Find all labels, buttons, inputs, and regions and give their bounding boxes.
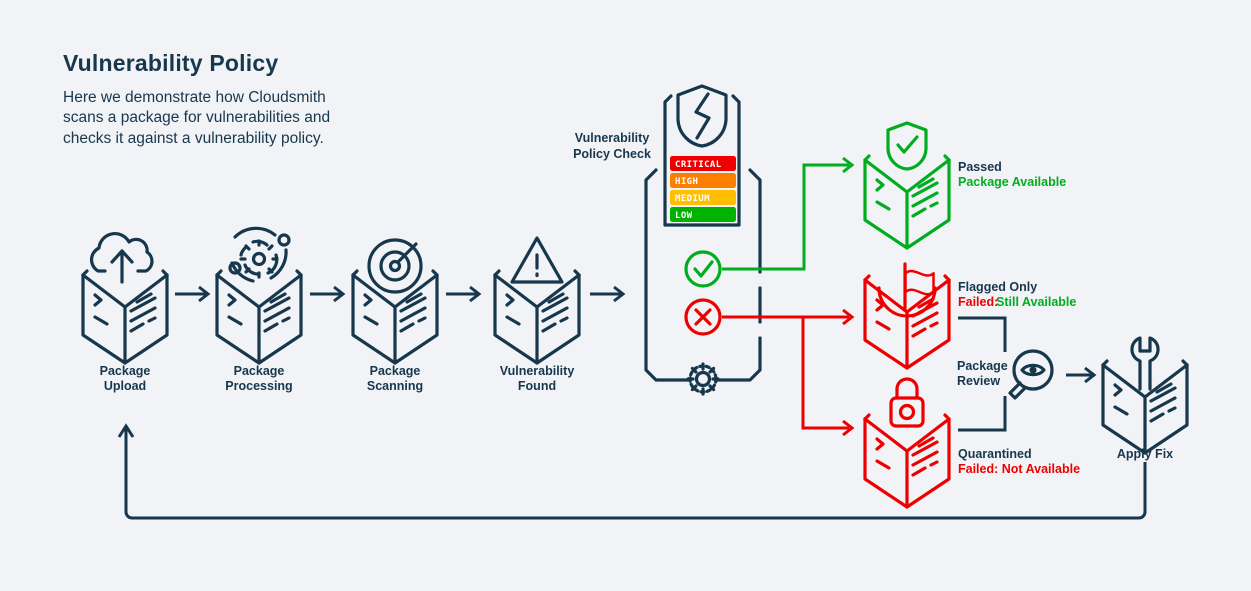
apply-fix: Apply Fix: [1101, 336, 1189, 461]
gear-icon: [686, 362, 720, 396]
flow-fail-line: [722, 308, 855, 437]
package-review: Package Review: [957, 349, 1054, 400]
outcome-title: Passed: [958, 160, 1002, 174]
stage-label-line-2: Scanning: [367, 379, 423, 393]
outcome-status: Failed: Not Available: [958, 462, 1080, 476]
severity-badge-high: HIGH: [670, 173, 736, 188]
severity-badge-critical: CRITICAL: [670, 156, 736, 171]
cracked-shield-icon: [676, 84, 728, 148]
review-label-line-1: Package: [957, 359, 1008, 373]
package-icon: [863, 413, 951, 509]
lock-icon: [889, 377, 925, 428]
stage-label-line-1: Vulnerability: [500, 364, 575, 378]
severity-badge-low: LOW: [670, 207, 736, 222]
severity-badge-medium: MEDIUM: [670, 190, 736, 205]
policy-check-label-line-2: Policy Check: [573, 147, 651, 161]
package-icon: [1101, 359, 1189, 455]
wrench-icon: [1130, 336, 1160, 391]
stage-label-line-1: Package: [370, 364, 421, 378]
page-title: Vulnerability Policy: [63, 50, 278, 76]
eye-magnifier-icon: [1008, 349, 1054, 400]
severity-badge-label: MEDIUM: [675, 194, 710, 204]
apply-fix-label: Apply Fix: [1117, 447, 1173, 461]
stage-label-line-1: Package: [234, 364, 285, 378]
outcome-title: Flagged Only: [958, 280, 1037, 294]
outcome-status-suffix: Still Available: [996, 295, 1076, 309]
pipeline-arrow-1: [175, 285, 210, 303]
page-description-line-1: Here we demonstrate how Cloudsmith: [63, 89, 326, 106]
radar-scan-icon: [367, 238, 423, 294]
gear-orbit-icon: [228, 226, 291, 283]
review-to-fix-arrow: [1066, 366, 1096, 384]
package-icon: [215, 269, 303, 365]
policy-check-label-line-1: Vulnerability: [575, 131, 650, 145]
warning-triangle-icon: [510, 236, 564, 284]
outcome-flagged-only: Flagged Only Failed: Still Available: [863, 262, 1076, 370]
stage-label-line-2: Found: [518, 379, 556, 393]
severity-badge-label: HIGH: [675, 177, 698, 187]
flow-pass-line: [722, 156, 855, 271]
fail-decision: [684, 298, 722, 336]
page-description-line-2: scans a package for vulnerabilities and: [63, 109, 330, 126]
pipeline-stage-package-scanning: Package Scanning: [351, 238, 439, 393]
pipeline-stage-vulnerability-found: Vulnerability Found: [493, 236, 581, 393]
package-icon: [493, 269, 581, 365]
severity-badge-label: LOW: [675, 211, 693, 221]
stage-label-line-2: Processing: [225, 379, 292, 393]
x-circle-icon: [694, 308, 712, 326]
outcome-status: Package Available: [958, 175, 1066, 189]
stage-label-line-1: Package: [100, 364, 151, 378]
outcome-quarantined: Quarantined Failed: Not Available: [863, 377, 1080, 509]
pipeline-stage-package-processing: Package Processing: [215, 226, 303, 393]
package-icon: [351, 269, 439, 365]
pass-decision: [684, 250, 722, 288]
pipeline-arrow-2: [310, 285, 345, 303]
diagram-canvas: Vulnerability Policy Here we demonstrate…: [0, 0, 1251, 591]
severity-badge-label: CRITICAL: [675, 160, 722, 170]
shield-check-icon: [886, 121, 928, 171]
page-description-line-3: checks it against a vulnerability policy…: [63, 130, 324, 147]
vulnerability-policy-diagram: Vulnerability Policy Here we demonstrate…: [63, 50, 1189, 520]
cloud-upload-icon: [89, 232, 154, 284]
outcome-status-prefix: Failed:: [958, 295, 998, 309]
review-label-line-2: Review: [957, 374, 1000, 388]
package-icon: [81, 269, 169, 365]
stage-label-line-2: Upload: [104, 379, 146, 393]
pipeline-arrow-3: [446, 285, 481, 303]
outcome-title: Quarantined: [958, 447, 1032, 461]
pipeline-stage-package-upload: Package Upload: [81, 232, 169, 393]
outcome-passed: Passed Package Available: [863, 121, 1066, 250]
pipeline-arrow-4: [590, 285, 625, 303]
check-circle-icon: [693, 260, 714, 278]
